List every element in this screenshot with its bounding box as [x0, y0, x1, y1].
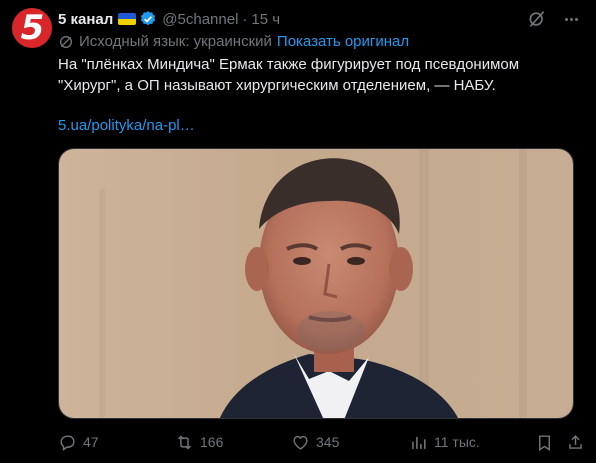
views-button[interactable]: 11 тыс. — [409, 430, 480, 454]
post-image[interactable] — [58, 148, 574, 419]
author-handle[interactable]: @5channel — [162, 11, 238, 28]
post-time[interactable]: 15 ч — [251, 11, 280, 28]
repost-icon — [178, 435, 191, 449]
like-count: 345 — [316, 434, 340, 450]
repost-count: 166 — [200, 434, 224, 450]
channel-logo: 5 — [20, 8, 45, 48]
translate-icon — [60, 35, 72, 48]
like-button[interactable]: 345 — [291, 430, 339, 454]
separator-dot: · — [242, 10, 248, 28]
reply-icon — [60, 434, 75, 451]
portrait-photo — [59, 149, 573, 418]
ukraine-flag-icon — [118, 13, 137, 25]
reply-count: 47 — [83, 434, 99, 450]
share-button[interactable] — [566, 430, 585, 454]
source-language-label: Исходный язык: украинский — [79, 33, 272, 50]
show-original-link[interactable]: Показать оригинал — [277, 33, 409, 50]
grok-icon[interactable] — [527, 9, 547, 29]
bookmark-icon — [539, 434, 550, 451]
reply-button[interactable]: 47 — [58, 430, 99, 454]
post-header: 5 канал @5channel · 15 ч — [58, 8, 280, 30]
heart-icon — [293, 435, 308, 450]
action-bar: 47 166 345 11 тыс. — [58, 430, 588, 454]
more-icon[interactable] — [561, 9, 581, 29]
avatar[interactable]: 5 — [12, 8, 52, 48]
views-icon — [412, 436, 426, 449]
bookmark-button[interactable] — [535, 430, 554, 454]
translation-row: Исходный язык: украинский Показать ориги… — [58, 33, 409, 50]
post-text-line: "Хирург", а ОП называют хирургическим от… — [58, 77, 496, 94]
post-link[interactable]: 5.ua/polityka/na-pl… — [58, 117, 195, 134]
post-text-line: На "плёнках Миндича" Ермак также фигурир… — [58, 56, 520, 73]
repost-button[interactable]: 166 — [175, 430, 223, 454]
share-icon — [569, 434, 582, 449]
author-name[interactable]: 5 канал — [58, 11, 113, 28]
verified-badge-icon[interactable] — [139, 10, 157, 28]
views-count: 11 тыс. — [434, 434, 480, 450]
post-text: На "плёнках Миндича" Ермак также фигурир… — [58, 54, 588, 96]
